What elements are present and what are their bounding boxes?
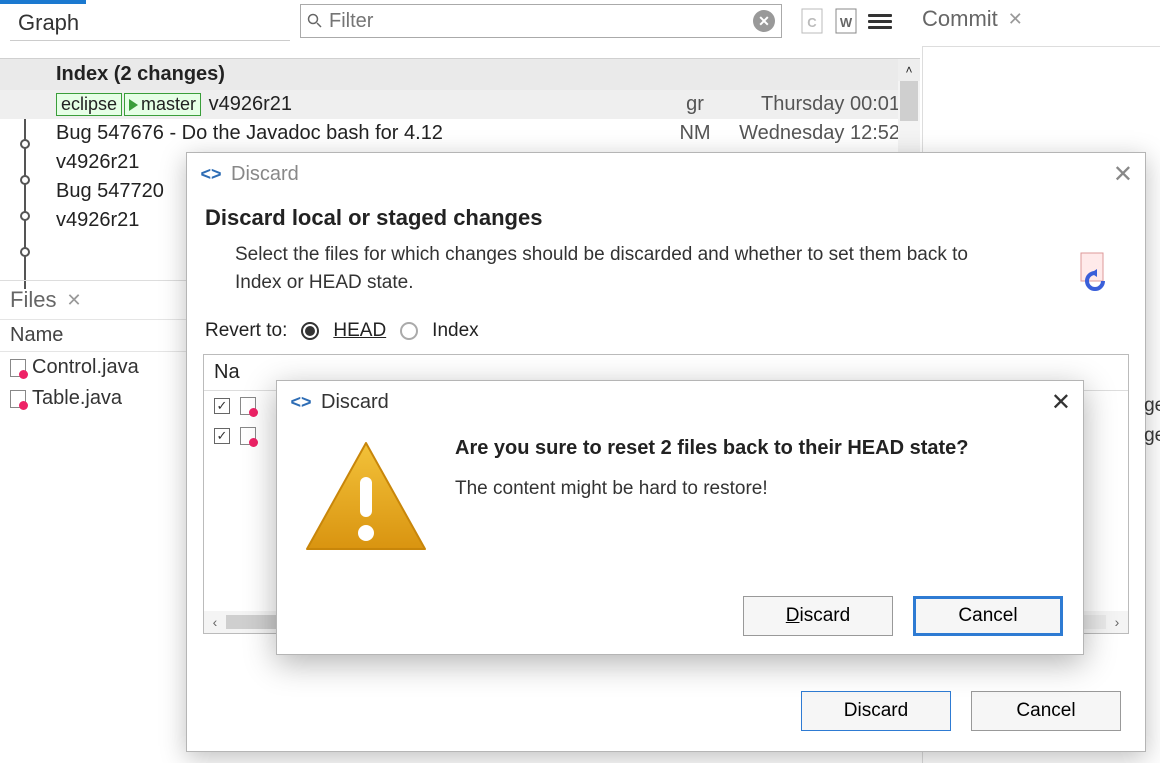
files-tab[interactable]: Files ✕ bbox=[0, 281, 186, 319]
file-path-tail: gets bbox=[1144, 425, 1160, 447]
commit-message: eclipsemaster v4926r21 bbox=[56, 93, 670, 116]
radio-head-label[interactable]: HEAD bbox=[333, 320, 386, 342]
file-item[interactable]: Table.java bbox=[0, 383, 186, 414]
file-name: Table.java bbox=[32, 387, 122, 410]
scroll-right-icon[interactable]: › bbox=[1106, 614, 1128, 630]
modified-file-icon bbox=[240, 397, 256, 415]
close-icon[interactable]: ✕ bbox=[66, 290, 81, 311]
commit-author: NM bbox=[670, 122, 720, 145]
discard-button[interactable]: Discard bbox=[743, 596, 893, 636]
close-icon[interactable]: ✕ bbox=[1051, 388, 1071, 417]
dialog-title: Discard bbox=[321, 391, 389, 414]
tab-commit[interactable]: Commit ✕ bbox=[922, 6, 1023, 32]
checkbox[interactable] bbox=[214, 398, 230, 414]
commit-time: Wednesday 12:52 bbox=[720, 122, 920, 145]
revert-label: Revert to: bbox=[205, 320, 287, 342]
dialog-description: Select the files for which changes shoul… bbox=[235, 241, 1015, 296]
radio-index-label[interactable]: Index bbox=[432, 320, 478, 342]
revert-to-row: Revert to: HEAD Index bbox=[187, 314, 1145, 348]
dialog-titlebar[interactable]: <> Discard ✕ bbox=[277, 381, 1083, 423]
svg-text:C: C bbox=[807, 15, 817, 30]
commit-message: Bug 547676 - Do the Javadoc bash for 4.1… bbox=[56, 122, 670, 145]
tab-commit-label: Commit bbox=[922, 6, 998, 32]
graph-node-icon bbox=[20, 247, 30, 257]
confirm-body-text: The content might be hard to restore! bbox=[455, 478, 969, 500]
file-path-tail: gets bbox=[1144, 395, 1160, 417]
close-icon[interactable]: ✕ bbox=[1113, 160, 1133, 189]
cancel-button[interactable]: Cancel bbox=[971, 691, 1121, 731]
commit-time: Thursday 00:01 bbox=[720, 93, 920, 116]
app-icon: <> bbox=[199, 165, 223, 183]
scroll-left-icon[interactable]: ‹ bbox=[204, 614, 226, 630]
ref-tag[interactable]: master bbox=[124, 93, 201, 116]
filter-input[interactable] bbox=[329, 10, 753, 33]
refresh-file-icon bbox=[1075, 251, 1115, 291]
ref-tag[interactable]: eclipse bbox=[56, 93, 122, 116]
clear-filter-icon[interactable]: ✕ bbox=[753, 10, 775, 32]
close-icon[interactable]: ✕ bbox=[1008, 9, 1023, 30]
search-icon bbox=[307, 13, 323, 29]
active-tab-strip bbox=[0, 0, 86, 4]
file-name: Control.java bbox=[32, 356, 139, 379]
dialog-title: Discard bbox=[231, 163, 299, 186]
topbar: Graph ✕ C W Commit ✕ bbox=[0, 0, 1160, 46]
app-icon: <> bbox=[289, 393, 313, 411]
toolbar-icon-c[interactable]: C bbox=[798, 6, 826, 36]
commit-author: gr bbox=[670, 93, 720, 116]
radio-head[interactable] bbox=[301, 322, 319, 340]
radio-index[interactable] bbox=[400, 322, 418, 340]
column-header-name[interactable]: Name bbox=[0, 319, 186, 352]
dialog-heading: Discard local or staged changes bbox=[205, 205, 1127, 231]
modified-file-icon bbox=[240, 427, 256, 445]
cancel-button[interactable]: Cancel bbox=[913, 596, 1063, 636]
files-tab-label: Files bbox=[10, 287, 56, 313]
confirm-heading: Are you sure to reset 2 files back to th… bbox=[455, 437, 969, 460]
discard-button[interactable]: Discard bbox=[801, 691, 951, 731]
file-item[interactable]: Control.java bbox=[0, 352, 186, 383]
index-row[interactable]: Index (2 changes) bbox=[0, 59, 920, 90]
commit-row[interactable]: Bug 547676 - Do the Javadoc bash for 4.1… bbox=[0, 119, 920, 148]
dialog-titlebar[interactable]: <> Discard ✕ bbox=[187, 153, 1145, 195]
warning-icon bbox=[301, 437, 431, 557]
scroll-thumb[interactable] bbox=[900, 81, 918, 121]
files-panel: Files ✕ Name Control.java Table.java bbox=[0, 280, 186, 763]
scroll-up-icon[interactable]: ˄ bbox=[898, 59, 920, 81]
tab-graph[interactable]: Graph bbox=[10, 6, 290, 41]
checkbox[interactable] bbox=[214, 428, 230, 444]
modified-file-icon bbox=[10, 390, 26, 408]
hamburger-icon[interactable] bbox=[866, 6, 894, 36]
svg-text:W: W bbox=[840, 15, 853, 30]
filter-box[interactable]: ✕ bbox=[300, 4, 782, 38]
toolbar-icon-w[interactable]: W bbox=[832, 6, 860, 36]
commit-row[interactable]: eclipsemaster v4926r21 gr Thursday 00:01 bbox=[0, 90, 920, 119]
modified-file-icon bbox=[10, 359, 26, 377]
confirm-dialog: <> Discard ✕ Are you sure to reset 2 fil… bbox=[276, 380, 1084, 655]
